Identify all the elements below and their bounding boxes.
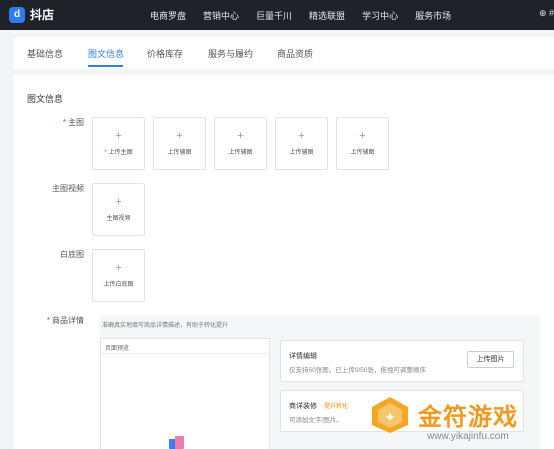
plus-icon: + (237, 130, 244, 142)
product-edit-tabs: 基础信息 图文信息 价格库存 服务与履约 商品资质 (14, 37, 554, 69)
upload-aux-image-4[interactable]: + 上传辅图 (336, 117, 389, 170)
graphic-info-card: 图文信息 * 主图 + * 上传主图 + 上传辅图 + 上传辅图 + 上传辅图 + … (14, 75, 554, 449)
doudian-logo-icon: d (9, 6, 25, 23)
detail-decor-title: 商详装修 (289, 403, 317, 410)
detail-edit-title: 详情编辑 (289, 353, 317, 360)
upload-slot-label: 上传辅图 (350, 150, 375, 156)
upload-slot-label: 上传辅图 (228, 150, 253, 156)
upload-image-button[interactable]: 上传图片 (467, 351, 514, 368)
detail-edit-desc: 仅支持50张图，已上传0/50张，拖拽可调整顺序 (289, 367, 426, 374)
plus-icon: + (298, 130, 305, 142)
nav-item-marketing[interactable]: 营销中心 (203, 9, 239, 22)
white-bg-label: 白底图 (60, 250, 84, 259)
nav-item-compass[interactable]: 电商罗盘 (150, 9, 186, 22)
upload-main-image[interactable]: + * 上传主图 (92, 117, 145, 170)
upload-slot-label: 主图视频 (106, 216, 131, 222)
detail-decor-desc: 可添加文字/图片。 (289, 417, 343, 424)
plus-icon: + (176, 130, 183, 142)
main-video-label: 主图视频 (52, 184, 84, 193)
nav-item-service-market[interactable]: 服务市场 (415, 9, 451, 22)
upload-slot-label: 上传白底图 (103, 282, 134, 288)
detail-hint: 准确真实地填写商品详情描述，有助于转化提升 (102, 323, 229, 329)
svg-text:✦: ✦ (384, 410, 396, 426)
upload-slot-label: 上传辅图 (289, 150, 314, 156)
header-right-actions[interactable]: ⊕ # (539, 8, 554, 19)
watermark-url: www.yikajinfu.com (427, 431, 509, 442)
top-nav-menu: 电商罗盘 营销中心 巨量千川 精选联盟 学习中心 服务市场 (150, 9, 468, 22)
main-image-label: * 主图 (62, 118, 84, 127)
product-detail-label: * 商品详情 (46, 316, 84, 325)
required-mark: * (104, 150, 107, 156)
watermark-title: 金符游戏 (418, 404, 518, 431)
conversion-tag: 提升转化 (324, 404, 349, 410)
plus-icon: + (115, 130, 122, 142)
app-name: 抖店 (30, 8, 55, 22)
detail-edit-card: 详情编辑 仅支持50张图，已上传0/50张，拖拽可调整顺序 上传图片 (280, 340, 524, 382)
active-tab-indicator (88, 65, 123, 67)
upload-main-video[interactable]: + 主图视频 (92, 183, 145, 236)
upload-white-bg-image[interactable]: + 上传白底图 (92, 249, 145, 302)
nav-item-qianchuan[interactable]: 巨量千川 (256, 9, 292, 22)
nav-item-learning[interactable]: 学习中心 (362, 9, 398, 22)
tab-service-fulfillment[interactable]: 服务与履约 (208, 47, 253, 60)
app-logo[interactable]: d 抖店 (9, 6, 54, 23)
upload-aux-image-3[interactable]: + 上传辅图 (275, 117, 328, 170)
top-navbar: d 抖店 电商罗盘 营销中心 巨量千川 精选联盟 学习中心 服务市场 ⊕ # (0, 0, 554, 30)
upload-aux-image-1[interactable]: + 上传辅图 (153, 117, 206, 170)
jinfu-logo-icon: ✦ (372, 397, 408, 433)
plus-icon: + (115, 196, 122, 208)
section-title: 图文信息 (27, 94, 64, 104)
upload-slot-label: 上传辅图 (167, 150, 192, 156)
preview-title: 页面预览 (105, 346, 130, 352)
tab-price-stock[interactable]: 价格库存 (147, 47, 183, 60)
page-preview-panel[interactable]: 页面预览 (100, 338, 270, 449)
tab-product-qualification[interactable]: 商品资质 (277, 47, 313, 60)
plus-icon: + (359, 130, 366, 142)
upload-slot-label: 上传主图 (108, 150, 133, 156)
tab-graphic-info[interactable]: 图文信息 (88, 47, 124, 60)
tab-basic-info[interactable]: 基础信息 (27, 47, 63, 60)
site-watermark: ✦ 金符游戏 www.yikajinfu.com (368, 395, 554, 449)
upload-aux-image-2[interactable]: + 上传辅图 (214, 117, 267, 170)
empty-illustration-icon (169, 436, 184, 449)
required-mark: * (62, 118, 66, 127)
nav-item-alliance[interactable]: 精选联盟 (309, 9, 345, 22)
required-mark: * (46, 316, 50, 325)
plus-icon: + (115, 262, 122, 274)
